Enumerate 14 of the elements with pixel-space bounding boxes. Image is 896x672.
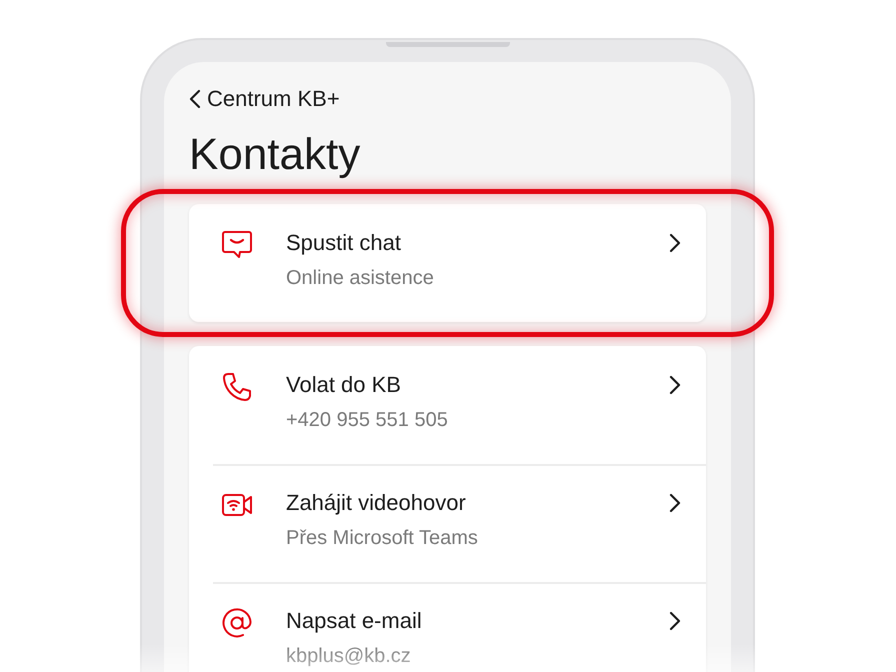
item-subtitle: Online asistence (286, 266, 435, 291)
item-subtitle: kbplus@kb.cz (286, 644, 412, 669)
contact-list-item[interactable]: Zahájit videohovor Přes Microsoft Teams (189, 464, 706, 582)
contact-list-item[interactable]: Volat do KB +420 955 551 505 (189, 346, 706, 464)
back-link[interactable]: Centrum KB+ (189, 82, 706, 115)
item-subtitle: Přes Microsoft Teams (286, 526, 479, 551)
item-title: Volat do KB (286, 370, 402, 399)
item-title: Napsat e-mail (286, 606, 423, 635)
item-subtitle: +420 955 551 505 (286, 408, 449, 433)
item-title: Spustit chat (286, 228, 402, 257)
item-title: Zahájit videohovor (286, 488, 467, 517)
contact-list-item[interactable]: Napsat e-mail kbplus@kb.cz (189, 582, 706, 672)
contact-list-item[interactable]: Spustit chat Online asistence (189, 204, 706, 322)
page-title: Kontakty (189, 129, 362, 181)
